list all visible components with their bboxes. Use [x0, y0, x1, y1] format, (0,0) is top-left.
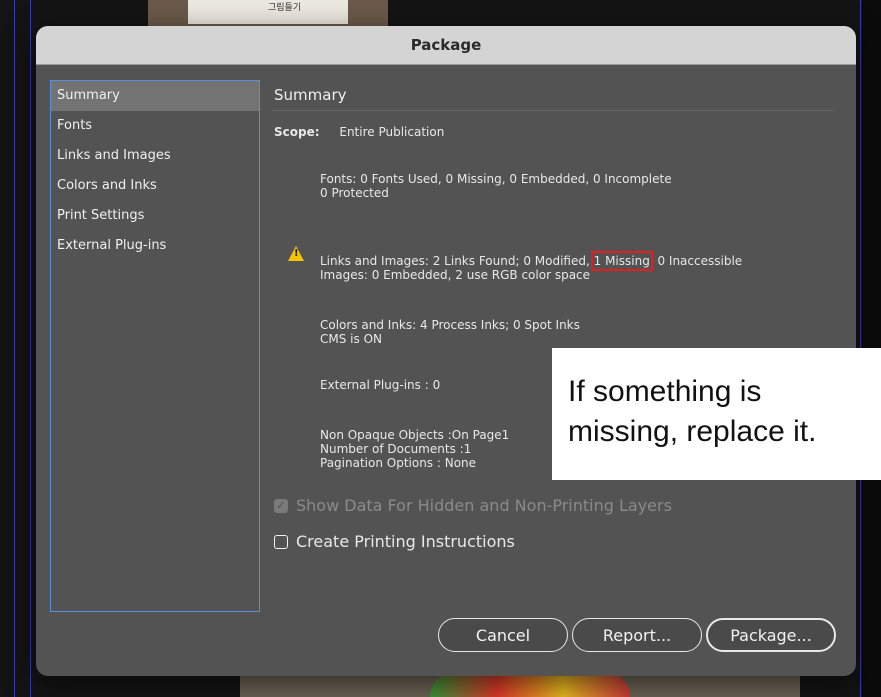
links-summary-suffix: , 0 Inaccessible: [649, 254, 743, 268]
create-printing-instructions-label[interactable]: Create Printing Instructions: [296, 532, 515, 551]
summary-panel: Summary Scope: Entire Publication Fonts:…: [272, 80, 842, 551]
create-printing-instructions-checkbox[interactable]: [274, 534, 288, 549]
callout-line: If something is: [568, 375, 762, 408]
background-paper: 그림들기: [188, 0, 348, 24]
scope-label: Scope:: [274, 125, 320, 139]
non-opaque-line: Non Opaque Objects :On Page1: [320, 428, 510, 442]
report-button[interactable]: Report...: [572, 618, 702, 652]
cms-status-line: CMS is ON: [320, 332, 382, 346]
fonts-summary-line: Fonts: 0 Fonts Used, 0 Missing, 0 Embedd…: [320, 172, 672, 186]
show-hidden-layers-option: ✓ Show Data For Hidden and Non-Printing …: [274, 496, 672, 515]
show-hidden-layers-checkbox: ✓: [274, 498, 288, 513]
cancel-button[interactable]: Cancel: [438, 618, 568, 652]
document-summary: Non Opaque Objects :On Page1 Number of D…: [320, 428, 509, 470]
colors-summary-line: Colors and Inks: 4 Process Inks; 0 Spot …: [320, 318, 580, 332]
sidebar-item-fonts[interactable]: Fonts: [51, 111, 259, 141]
fonts-summary: Fonts: 0 Fonts Used, 0 Missing, 0 Embedd…: [320, 172, 672, 200]
links-summary-line: Links and Images: 2 Links Found; 0 Modif…: [320, 251, 743, 271]
documents-count-line: Number of Documents :1: [320, 442, 472, 456]
frame-guide-line: [30, 0, 31, 697]
background-paper-text: 그림들기: [268, 3, 302, 13]
scope-value: Entire Publication: [339, 125, 445, 139]
pagination-line: Pagination Options : None: [320, 456, 477, 470]
dialog-title: Package: [36, 26, 856, 65]
frame-guide-line: [14, 0, 15, 697]
images-summary-line: Images: 0 Embedded, 2 use RGB color spac…: [320, 268, 591, 282]
sidebar-item-print-settings[interactable]: Print Settings: [51, 201, 259, 231]
fonts-summary-line: 0 Protected: [320, 186, 389, 200]
sidebar-item-colors-and-inks[interactable]: Colors and Inks: [51, 171, 259, 201]
scope-row: Scope: Entire Publication: [274, 125, 842, 139]
links-summary-prefix: Links and Images: 2 Links Found; 0 Modif…: [320, 254, 590, 268]
missing-link-highlight: 1 Missing: [590, 251, 653, 271]
plugins-summary: External Plug-ins : 0: [320, 378, 441, 392]
colors-summary: Colors and Inks: 4 Process Inks; 0 Spot …: [320, 318, 580, 346]
section-title: Summary: [272, 80, 834, 111]
sidebar-item-summary[interactable]: Summary: [51, 81, 259, 111]
package-sidebar: Summary Fonts Links and Images Colors an…: [50, 80, 260, 612]
callout-line: missing, replace it.: [568, 415, 817, 448]
show-hidden-layers-label: Show Data For Hidden and Non-Printing La…: [296, 496, 672, 515]
create-printing-instructions-option[interactable]: Create Printing Instructions: [274, 532, 515, 551]
sidebar-item-external-plugins[interactable]: External Plug-ins: [51, 231, 259, 261]
sidebar-item-links-and-images[interactable]: Links and Images: [51, 141, 259, 171]
package-button[interactable]: Package...: [706, 618, 836, 652]
links-summary: Links and Images: 2 Links Found; 0 Modif…: [320, 251, 743, 282]
annotation-callout: If something is missing, replace it.: [552, 348, 881, 480]
warning-icon: !: [288, 246, 304, 261]
